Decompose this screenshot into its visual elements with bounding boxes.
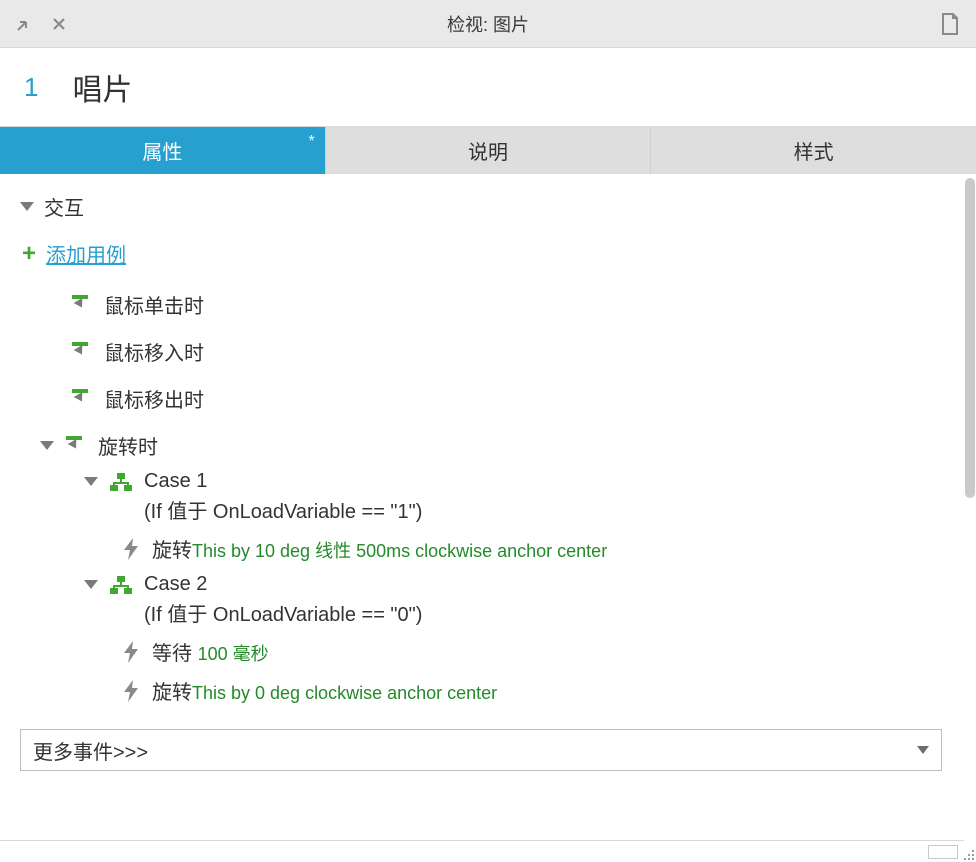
chevron-down-icon [84, 477, 98, 486]
case-2-action-1-text: 等待 100 毫秒 [152, 637, 269, 666]
action-param: This by 10 deg 线性 500ms clockwise anchor… [192, 541, 607, 561]
action-cmd: 旋转 [152, 540, 192, 562]
bolt-icon [122, 680, 140, 702]
case-2-action-2[interactable]: 旋转This by 0 deg clockwise anchor center [122, 676, 942, 705]
bolt-icon [122, 641, 140, 663]
case-1-header[interactable]: Case 1 (If 值于 OnLoadVariable == "1") [84, 470, 942, 524]
event-list: 鼠标单击时 鼠标移入时 鼠标移出时 旋转时 [40, 290, 942, 705]
case-2-title: Case 2 [144, 573, 422, 596]
action-cmd: 等待 [152, 643, 198, 665]
action-param: This by 0 deg clockwise anchor center [192, 683, 497, 703]
event-click[interactable]: 鼠标单击时 [40, 290, 942, 319]
more-events: 更多事件>>> [20, 729, 942, 771]
case-2-condition: (If 值于 OnLoadVariable == "0") [144, 598, 422, 627]
event-mouseenter-label: 鼠标移入时 [104, 337, 204, 366]
tab-notes[interactable]: 说明 [326, 127, 652, 174]
case-2-text: Case 2 (If 值于 OnLoadVariable == "0") [144, 573, 422, 627]
bottom-strip [0, 840, 964, 862]
tab-dirty-indicator: * [308, 133, 314, 151]
more-events-select[interactable]: 更多事件>>> [20, 729, 942, 771]
case-1-action-1[interactable]: 旋转This by 10 deg 线性 500ms clockwise anch… [122, 534, 942, 563]
document-icon[interactable] [940, 13, 960, 35]
chevron-down-icon [917, 746, 929, 754]
titlebar-left [0, 16, 66, 32]
section-interactions-label: 交互 [44, 192, 84, 221]
event-rotate-label: 旋转时 [98, 431, 158, 460]
event-rotate[interactable]: 旋转时 [40, 431, 942, 460]
add-case-label: 添加用例 [46, 239, 126, 268]
properties-panel: 交互 + 添加用例 鼠标单击时 鼠标移入时 鼠标移出时 [0, 174, 976, 862]
section-interactions[interactable]: 交互 [20, 192, 942, 221]
properties-scroll[interactable]: 交互 + 添加用例 鼠标单击时 鼠标移入时 鼠标移出时 [0, 174, 962, 862]
plus-icon: + [22, 242, 36, 266]
inspector-tabs: 属性 * 说明 样式 [0, 126, 976, 174]
event-mouseleave[interactable]: 鼠标移出时 [40, 384, 942, 413]
resize-grip[interactable] [962, 848, 976, 862]
chevron-down-icon [84, 580, 98, 589]
tab-notes-label: 说明 [468, 136, 508, 165]
more-events-label: 更多事件>>> [33, 736, 148, 765]
scrollbar[interactable] [964, 176, 976, 860]
action-param: 100 毫秒 [198, 644, 269, 664]
case-1: Case 1 (If 值于 OnLoadVariable == "1") 旋转T… [84, 470, 942, 563]
cursor-icon [66, 436, 86, 456]
case-1-text: Case 1 (If 值于 OnLoadVariable == "1") [144, 470, 422, 524]
case-2: Case 2 (If 值于 OnLoadVariable == "0") 等待 … [84, 573, 942, 705]
case-2-header[interactable]: Case 2 (If 值于 OnLoadVariable == "0") [84, 573, 942, 627]
tab-style[interactable]: 样式 [651, 127, 976, 174]
flow-icon [110, 576, 132, 594]
add-case-button[interactable]: + 添加用例 [22, 239, 942, 268]
event-mouseleave-label: 鼠标移出时 [104, 384, 204, 413]
event-mouseenter[interactable]: 鼠标移入时 [40, 337, 942, 366]
case-1-condition: (If 值于 OnLoadVariable == "1") [144, 495, 422, 524]
tab-properties-label: 属性 [142, 136, 182, 165]
action-cmd: 旋转 [152, 682, 192, 704]
flow-icon [110, 473, 132, 491]
window-title: 检视: 图片 [0, 11, 976, 37]
chevron-down-icon [20, 202, 34, 211]
cursor-icon [72, 389, 92, 409]
titlebar-right [940, 13, 960, 35]
titlebar: 检视: 图片 [0, 0, 976, 48]
tab-properties[interactable]: 属性 * [0, 127, 326, 174]
item-name: 唱片 [72, 65, 132, 109]
bolt-icon [122, 538, 140, 560]
chevron-down-icon [40, 441, 54, 450]
case-1-title: Case 1 [144, 470, 422, 493]
event-click-label: 鼠标单击时 [104, 290, 204, 319]
case-2-action-2-text: 旋转This by 0 deg clockwise anchor center [152, 676, 497, 705]
bottom-box [928, 845, 958, 859]
collapse-icon[interactable] [16, 16, 32, 32]
cursor-icon [72, 295, 92, 315]
item-index: 1 [24, 72, 38, 103]
case-1-action-1-text: 旋转This by 10 deg 线性 500ms clockwise anch… [152, 534, 607, 563]
scrollbar-thumb[interactable] [965, 178, 975, 498]
case-2-action-1[interactable]: 等待 100 毫秒 [122, 637, 942, 666]
item-header: 1 唱片 [0, 48, 976, 126]
close-icon[interactable] [52, 17, 66, 31]
tab-style-label: 样式 [794, 136, 834, 165]
cursor-icon [72, 342, 92, 362]
